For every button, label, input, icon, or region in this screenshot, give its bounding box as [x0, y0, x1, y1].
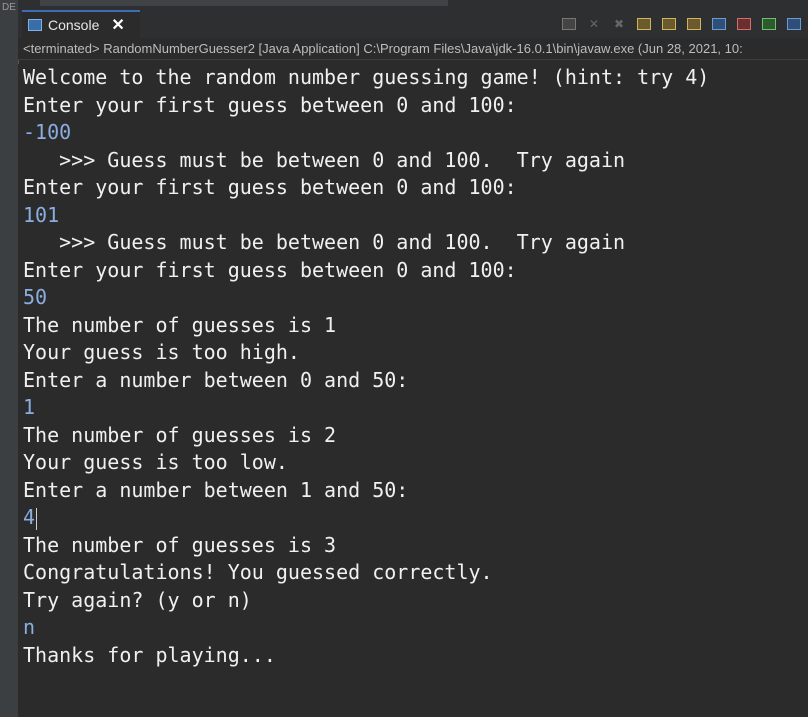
console-output-line: Welcome to the random number guessing ga… [23, 65, 710, 89]
console-input-line: 1 [23, 395, 36, 419]
console-output[interactable]: Welcome to the random number guessing ga… [18, 64, 808, 717]
console-output-line: Your guess is too high. [23, 340, 300, 364]
console-input-line: 4 [23, 505, 38, 530]
view-header: Console ✕ ✕ ✖ [18, 0, 808, 38]
show-on-output-icon[interactable] [684, 15, 704, 33]
tab-console-label: Console [48, 17, 100, 33]
console-output-line: The number of guesses is 3 [23, 532, 337, 557]
console-output-line: Congratulations! You guessed correctly. [23, 560, 493, 584]
close-icon[interactable]: ✕ [111, 15, 124, 35]
console-output-line: Thanks for playing... [23, 642, 276, 667]
display-selected-console-icon[interactable] [734, 15, 754, 33]
tab-console[interactable]: Console ✕ [22, 10, 140, 38]
remove-launch-icon[interactable]: ✕ [584, 15, 604, 33]
left-strip-label: DE [2, 2, 16, 13]
console-output-line: Your guess is too low. [23, 450, 288, 474]
console-icon [28, 19, 42, 31]
word-wrap-icon[interactable] [659, 15, 679, 33]
new-console-icon[interactable] [784, 15, 804, 33]
console-output-line: >>> Guess must be between 0 and 100. Try… [23, 147, 626, 172]
console-output-line: Enter your first guess between 0 and 100… [23, 257, 517, 282]
top-scrollbar[interactable] [40, 0, 448, 6]
launch-status-bar: <terminated> RandomNumberGuesser2 [Java … [18, 38, 808, 60]
pin-console-icon[interactable] [709, 15, 729, 33]
console-input-line: 50 [23, 285, 48, 309]
console-output-line: >>> Guess must be between 0 and 100. Try… [23, 230, 626, 254]
left-panel-strip: DE [0, 0, 19, 717]
console-output-line: Enter your first guess between 0 and 100… [23, 92, 517, 117]
text-cursor [36, 507, 38, 530]
console-input-line: -100 [23, 120, 72, 144]
console-output-line: The number of guesses is 2 [23, 422, 337, 447]
console-input-line: n [23, 615, 36, 639]
console-output-line: Enter your first guess between 0 and 100… [23, 175, 517, 199]
console-output-line: Enter a number between 0 and 50: [23, 367, 409, 392]
scroll-lock-icon[interactable] [634, 15, 654, 33]
console-output-line: Try again? (y or n) [23, 587, 252, 612]
open-console-icon[interactable] [759, 15, 779, 33]
console-output-line: The number of guesses is 1 [23, 312, 337, 337]
console-output-line: Enter a number between 1 and 50: [23, 477, 409, 502]
terminate-icon[interactable] [559, 15, 579, 33]
console-input-line: 101 [23, 202, 60, 227]
remove-all-icon[interactable]: ✖ [609, 15, 629, 33]
console-toolbar: ✕ ✖ [559, 14, 804, 34]
